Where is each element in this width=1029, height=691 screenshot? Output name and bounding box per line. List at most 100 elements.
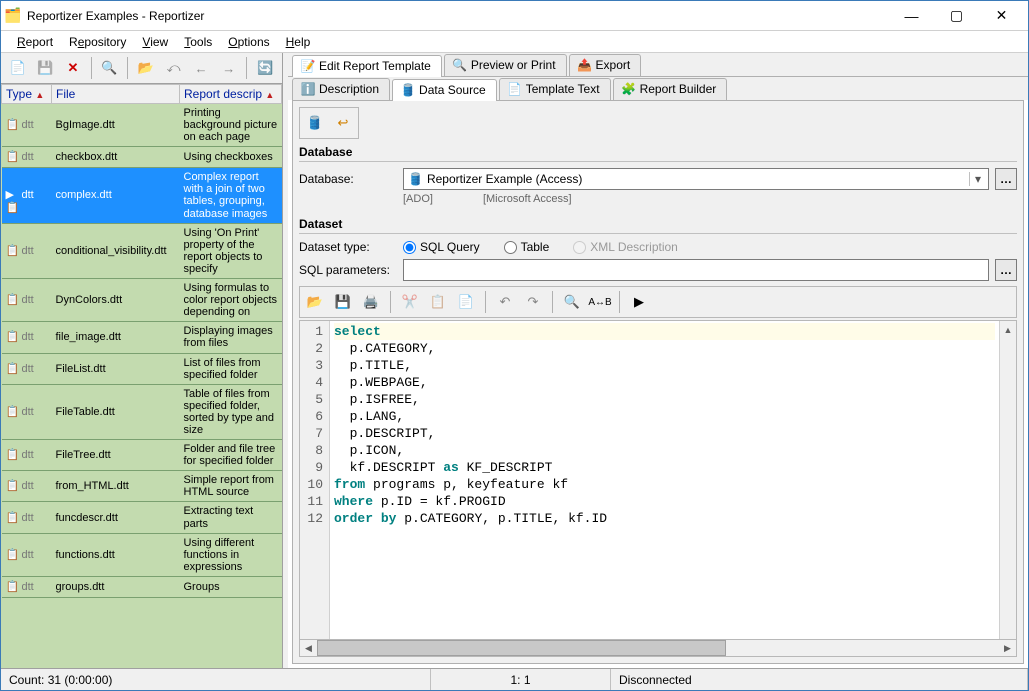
table-row[interactable]: 📋dttfunctions.dttUsing different functio… (2, 533, 282, 576)
menu-help[interactable]: Help (278, 33, 319, 51)
run-sql-button[interactable]: ▶ (626, 289, 652, 315)
edit-icon: 📝 (301, 59, 315, 73)
scroll-left-icon[interactable]: ◀ (300, 643, 317, 654)
col-file[interactable]: File (52, 85, 180, 104)
delete-button[interactable]: ✕ (60, 55, 86, 81)
nav-first-button[interactable]: ⤺ (161, 55, 187, 81)
db-back-button[interactable]: ↩ (330, 110, 356, 136)
cell-desc: List of files from specified folder (180, 353, 282, 384)
table-row[interactable]: 📋dttfrom_HTML.dttSimple report from HTML… (2, 471, 282, 502)
col-type[interactable]: Type ▲ (2, 85, 52, 104)
sql-editor[interactable]: 123456789101112 select p.CATEGORY, p.TIT… (299, 320, 1017, 640)
open-folder-button[interactable]: 📂 (133, 55, 159, 81)
db-driver: [ADO] (403, 193, 433, 205)
sql-params-input[interactable] (403, 259, 989, 281)
table-row[interactable]: 📋dttFileTable.dttTable of files from spe… (2, 384, 282, 439)
menu-repository[interactable]: Repository (61, 33, 134, 51)
sql-toolbar: 📂 💾 🖨️ ✂️ 📋 📄 ↶ ↷ 🔍 A↔B ▶ (299, 286, 1017, 318)
tab-description[interactable]: ℹ️Description (292, 78, 390, 100)
titlebar: 🗂️ Reportizer Examples - Reportizer — ▢ … (1, 1, 1028, 31)
database-select[interactable]: 🛢️ Reportizer Example (Access) ▾ (403, 168, 989, 190)
undo-button[interactable]: ↶ (492, 289, 518, 315)
separator (91, 57, 92, 79)
window-title: Reportizer Examples - Reportizer (27, 9, 889, 23)
sql-params-label: SQL parameters: (299, 263, 397, 277)
find-button[interactable]: 🔍 (97, 55, 123, 81)
close-button[interactable]: ✕ (979, 2, 1024, 30)
separator (552, 291, 553, 313)
database-value: Reportizer Example (Access) (427, 172, 965, 186)
menu-report[interactable]: Report (9, 33, 61, 51)
separator (619, 291, 620, 313)
tab-edit-report-template[interactable]: 📝Edit Report Template (292, 55, 442, 77)
menu-options[interactable]: Options (220, 33, 277, 51)
row-marker-icon: 📋 (6, 580, 20, 594)
new-button[interactable]: 📄 (5, 55, 31, 81)
cut-button[interactable]: ✂️ (397, 289, 423, 315)
radio-sql-query[interactable]: SQL Query (403, 240, 480, 254)
database-browse-button[interactable]: … (995, 168, 1017, 190)
table-row[interactable]: 📋dttBgImage.dttPrinting background pictu… (2, 104, 282, 147)
menu-tools[interactable]: Tools (176, 33, 220, 51)
nav-next-button[interactable]: → (216, 55, 242, 81)
row-marker-icon: 📋 (6, 118, 20, 132)
save-button[interactable]: 💾 (33, 55, 59, 81)
row-marker-icon: 📋 (6, 405, 20, 419)
table-row[interactable]: 📋dttFileList.dttList of files from speci… (2, 353, 282, 384)
chevron-down-icon[interactable]: ▾ (969, 172, 986, 186)
open-sql-button[interactable]: 📂 (302, 289, 328, 315)
table-row[interactable]: 📋dttfuncdescr.dttExtracting text parts (2, 502, 282, 533)
sql-code[interactable]: select p.CATEGORY, p.TITLE, p.WEBPAGE, p… (330, 321, 999, 639)
minimize-button[interactable]: — (889, 2, 934, 30)
maximize-button[interactable]: ▢ (934, 2, 979, 30)
db-connect-button[interactable]: 🛢️ (302, 110, 328, 136)
status-connection: Disconnected (611, 669, 1028, 690)
scroll-thumb[interactable] (317, 640, 726, 656)
reports-grid[interactable]: Type ▲ File Report descrip ▲ 📋dttBgImage… (1, 84, 282, 668)
cell-file: file_image.dtt (52, 322, 180, 353)
save-sql-button[interactable]: 💾 (330, 289, 356, 315)
separator (127, 57, 128, 79)
db-icon: 🛢️ (401, 83, 415, 97)
tab-report-builder[interactable]: 🧩Report Builder (613, 78, 728, 100)
table-row[interactable]: 📋dttFileTree.dttFolder and file tree for… (2, 440, 282, 471)
menu-view[interactable]: View (134, 33, 176, 51)
hscrollbar[interactable]: ◀ ▶ (299, 640, 1017, 657)
scroll-right-icon[interactable]: ▶ (999, 643, 1016, 654)
refresh-button[interactable]: 🔄 (252, 55, 278, 81)
tab-data-source[interactable]: 🛢️Data Source (392, 79, 497, 101)
redo-button[interactable]: ↷ (520, 289, 546, 315)
paste-button[interactable]: 📄 (453, 289, 479, 315)
row-marker-icon: 📋 (6, 330, 20, 344)
radio-xml: XML Description (573, 240, 678, 254)
vscrollbar[interactable]: ▲ (999, 321, 1016, 639)
cell-file: conditional_visibility.dtt (52, 223, 180, 278)
table-row[interactable]: 📋dttcheckbox.dttUsing checkboxes (2, 147, 282, 168)
nav-prev-button[interactable]: ← (188, 55, 214, 81)
col-desc[interactable]: Report descrip ▲ (180, 85, 282, 104)
table-row[interactable]: 📋dttconditional_visibility.dttUsing 'On … (2, 223, 282, 278)
table-row[interactable]: 📋dttDynColors.dttUsing formulas to color… (2, 279, 282, 322)
sort-asc-icon: ▲ (35, 90, 44, 100)
scroll-up-icon[interactable]: ▲ (1000, 321, 1016, 338)
find-replace-button[interactable]: A↔B (587, 289, 613, 315)
row-marker-icon: 📋 (6, 548, 20, 562)
row-marker-icon: 📋 (6, 448, 20, 462)
line-gutter: 123456789101112 (300, 321, 330, 639)
main-tabs: 📝Edit Report Template🔍Preview or Print📤E… (288, 53, 1028, 76)
table-row[interactable]: 📋dttgroups.dttGroups (2, 576, 282, 597)
cell-desc: Displaying images from files (180, 322, 282, 353)
radio-table[interactable]: Table (504, 240, 550, 254)
sql-params-browse-button[interactable]: … (995, 259, 1017, 281)
builder-icon: 🧩 (622, 82, 636, 96)
sub-tabs: ℹ️Description🛢️Data Source📄Template Text… (288, 76, 1028, 100)
table-row[interactable]: 📋dttfile_image.dttDisplaying images from… (2, 322, 282, 353)
table-row[interactable]: ▶📋dttcomplex.dttComplex report with a jo… (2, 168, 282, 223)
tab-preview-or-print[interactable]: 🔍Preview or Print (444, 54, 567, 76)
find-sql-button[interactable]: 🔍 (559, 289, 585, 315)
repository-pane: 📄 💾 ✕ 🔍 📂 ⤺ ← → 🔄 Type ▲ (1, 53, 283, 668)
tab-template-text[interactable]: 📄Template Text (499, 78, 611, 100)
copy-button[interactable]: 📋 (425, 289, 451, 315)
print-sql-button[interactable]: 🖨️ (358, 289, 384, 315)
tab-export[interactable]: 📤Export (569, 54, 642, 76)
